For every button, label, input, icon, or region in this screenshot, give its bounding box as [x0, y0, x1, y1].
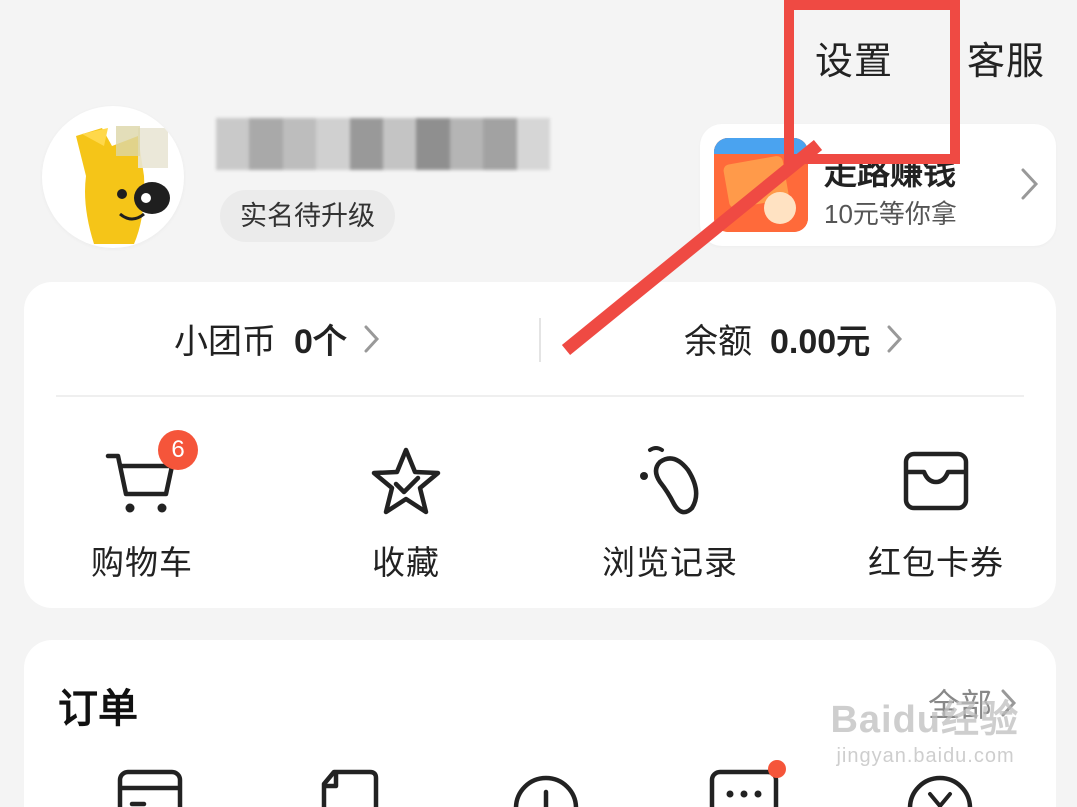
annotation-highlight-box [784, 0, 960, 164]
balance-entry[interactable]: 余额 0.00元 [684, 314, 906, 363]
app-page: 设置 客服 实名待升级 走路赚钱 10元等你拿 小团币 0个 余额 0.00元 … [0, 0, 1077, 807]
divider [56, 395, 1024, 397]
coins-label: 小团币 [174, 323, 276, 361]
wallet-card: 小团币 0个 余额 0.00元 6 购物车 收藏 浏览记录 红包卡券 [24, 282, 1056, 608]
avatar[interactable] [42, 106, 184, 248]
pending-payment-icon[interactable] [110, 764, 190, 807]
watermark-site: jingyan.baidu.com [836, 745, 1015, 767]
refund-icon[interactable] [900, 764, 980, 807]
cart-count-badge: 6 [158, 430, 198, 470]
coins-entry[interactable]: 小团币 0个 [174, 314, 383, 363]
customer-service-link[interactable]: 客服 [967, 30, 1045, 85]
balance-value: 0.00元 [770, 323, 871, 361]
chevron-right-icon [364, 325, 379, 352]
footprint-icon [640, 446, 699, 515]
balance-label: 余额 [684, 323, 752, 361]
watermark: Baidu经验 jingyan.baidu.com [830, 688, 1019, 768]
chevron-right-icon [1021, 168, 1039, 200]
shortcut-cart[interactable]: 6 购物车 [22, 430, 262, 584]
promo-subtitle: 10元等你拿 [824, 199, 957, 229]
shortcut-coupons[interactable]: 红包卡券 [816, 442, 1056, 584]
orders-title: 订单 [58, 687, 138, 731]
wallet-row: 小团币 0个 余额 0.00元 [24, 282, 1056, 396]
star-icon [371, 447, 441, 515]
mascot-avatar-icon [43, 107, 183, 247]
verify-status-badge[interactable]: 实名待升级 [220, 190, 395, 242]
shortcut-favorites[interactable]: 收藏 [286, 442, 526, 584]
username-blurred [216, 118, 551, 170]
shortcut-history[interactable]: 浏览记录 [550, 442, 790, 584]
review-entry[interactable] [704, 760, 786, 807]
wallet-icon [903, 451, 969, 511]
chevron-right-icon [887, 325, 903, 352]
shortcut-label: 购物车 [91, 544, 193, 581]
shortcut-label: 收藏 [372, 544, 440, 581]
document-icon[interactable] [310, 764, 390, 807]
clock-icon[interactable] [506, 764, 586, 807]
watermark-brand: Baidu经验 [830, 699, 1019, 741]
shortcut-label: 红包卡券 [868, 544, 1004, 581]
coins-value: 0个 [294, 323, 347, 361]
notification-dot [768, 760, 786, 778]
wallet-divider [539, 318, 541, 362]
shortcut-label: 浏览记录 [602, 544, 738, 581]
